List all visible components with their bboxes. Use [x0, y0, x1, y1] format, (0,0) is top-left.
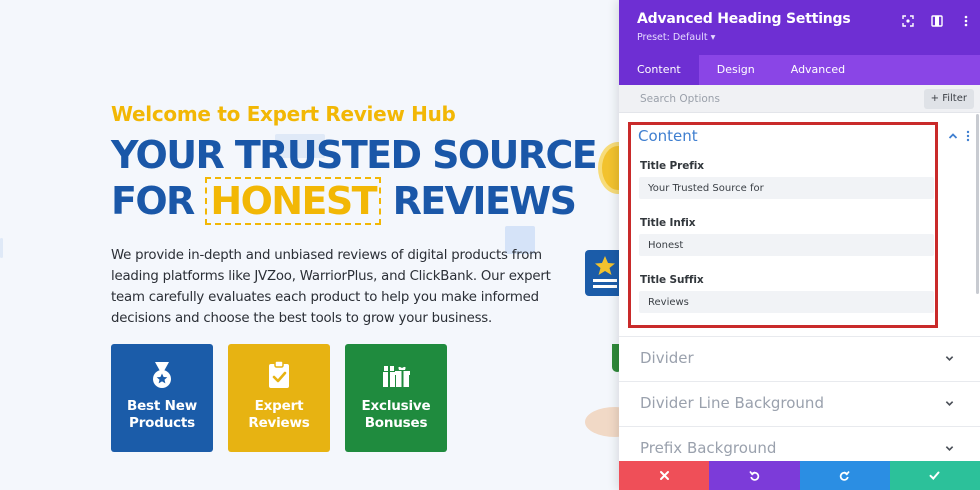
card-label: Exclusive Bonuses [362, 398, 431, 432]
eyebrow-heading: Welcome to Expert Review Hub [111, 102, 456, 126]
medal-icon [153, 362, 171, 388]
heading-prefix: FOR [111, 179, 195, 223]
filter-button[interactable]: + Filter [923, 89, 974, 109]
title-infix-input[interactable] [639, 234, 934, 256]
main-heading[interactable]: YOUR TRUSTED SOURCE FOR HONEST REVIEWS [111, 132, 598, 225]
star-badge-illustration [585, 250, 620, 296]
section-title-content[interactable]: Content [638, 127, 698, 145]
section-menu-icon[interactable] [966, 130, 970, 142]
card-label-line2: Bonuses [364, 415, 428, 431]
card-best-new-products[interactable]: Best New Products [111, 344, 213, 452]
title-prefix-label: Title Prefix [640, 160, 704, 172]
section-divider-line-background[interactable]: Divider Line Background [619, 381, 980, 425]
scrollbar[interactable] [976, 114, 979, 294]
panel-header[interactable]: Advanced Heading Settings Preset: Defaul… [619, 0, 980, 55]
heading-line-2: FOR HONEST REVIEWS [111, 177, 596, 225]
clipboard-check-icon [269, 360, 289, 388]
chevron-up-icon[interactable] [948, 131, 958, 141]
more-options-icon[interactable] [960, 12, 972, 27]
undo-icon [749, 470, 760, 481]
card-label: Expert Reviews [248, 398, 309, 432]
section-label: Prefix Background [640, 439, 777, 457]
card-label-line1: Expert [254, 398, 304, 414]
chevron-down-icon [945, 356, 954, 361]
header-actions [902, 12, 972, 27]
title-suffix-label: Title Suffix [640, 274, 704, 286]
search-input[interactable] [619, 85, 909, 113]
card-label: Best New Products [127, 398, 197, 432]
decor-shape [0, 238, 3, 258]
tab-advanced[interactable]: Advanced [773, 55, 863, 85]
tab-content[interactable]: Content [619, 55, 699, 85]
undo-button[interactable] [709, 461, 800, 490]
discard-button[interactable] [619, 461, 710, 490]
settings-panel: Advanced Heading Settings Preset: Defaul… [619, 0, 980, 490]
preset-selector[interactable]: Preset: Default ▾ [637, 32, 715, 43]
title-prefix-input[interactable] [639, 177, 934, 199]
chevron-down-icon [945, 401, 954, 406]
star-icon [593, 256, 617, 288]
panel-title: Advanced Heading Settings [637, 11, 851, 27]
intro-paragraph: We provide in-depth and unbiased reviews… [111, 248, 551, 326]
checkmark-icon [929, 471, 940, 480]
panel-footer [619, 461, 980, 490]
save-button[interactable] [889, 461, 980, 490]
page-preview: Welcome to Expert Review Hub YOUR TRUSTE… [0, 0, 620, 490]
heading-highlight: HONEST [205, 177, 381, 225]
search-bar: + Filter [619, 85, 980, 113]
card-label-line2: Products [129, 415, 195, 431]
heading-suffix: REVIEWS [392, 179, 577, 223]
chevron-down-icon [945, 446, 954, 451]
card-label-line1: Best New [127, 398, 197, 414]
focus-icon[interactable] [902, 12, 914, 27]
feature-cards: Best New Products Expert Reviews Exclusi… [111, 344, 447, 452]
gift-icon [383, 366, 410, 387]
redo-button[interactable] [799, 461, 890, 490]
coin-illustration [598, 142, 620, 194]
card-label-line2: Reviews [248, 415, 310, 431]
section-label: Divider Line Background [640, 394, 824, 412]
heading-line-1: YOUR TRUSTED SOURCE [111, 133, 598, 177]
section-divider[interactable]: Divider [619, 336, 980, 380]
title-suffix-input[interactable] [639, 291, 934, 313]
tab-design[interactable]: Design [699, 55, 773, 85]
redo-icon [839, 470, 850, 481]
ground-illustration [585, 407, 620, 437]
split-view-icon[interactable] [931, 12, 943, 27]
section-controls [948, 130, 970, 142]
card-exclusive-bonuses[interactable]: Exclusive Bonuses [345, 344, 447, 452]
card-label-line1: Exclusive [361, 398, 431, 414]
section-label: Divider [640, 349, 694, 367]
close-icon [659, 471, 669, 480]
panel-tabs: Content Design Advanced [619, 55, 980, 85]
card-expert-reviews[interactable]: Expert Reviews [228, 344, 330, 452]
title-infix-label: Title Infix [640, 217, 696, 229]
